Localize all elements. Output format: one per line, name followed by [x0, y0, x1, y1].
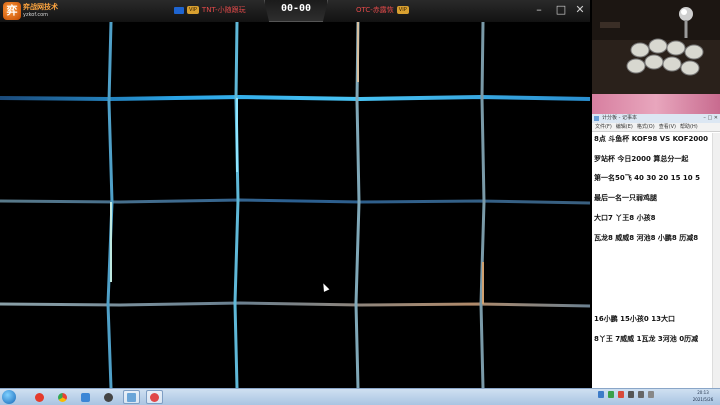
tray-app-icon[interactable] [618, 391, 624, 398]
notepad-icon [594, 116, 599, 121]
taskbar-item[interactable] [123, 390, 140, 404]
taskbar-item[interactable] [77, 390, 94, 404]
media-icon [104, 392, 113, 402]
app-name: 弈战网技术 [23, 3, 58, 11]
notepad-title: 计分板 - 记事本 [602, 115, 637, 121]
notepad-scrollbar[interactable] [712, 133, 720, 388]
title-bar: 弈 弈战网技术 yzkof.com VIP TNT-小随跟玩 00-00 OTC… [0, 0, 590, 22]
menu-edit[interactable]: 编辑(E) [616, 123, 633, 131]
notepad-line: 8点 斗鱼杯 KOF98 VS KOF2000 [594, 135, 708, 143]
menu-help[interactable]: 帮助(H) [680, 123, 698, 131]
folder-icon [127, 392, 136, 402]
qq-penguin-icon [35, 392, 44, 402]
notepad-line: 大口7 丫王8 小孩8 [594, 214, 656, 222]
notepad-menubar: 文件(F) 编辑(E) 格式(O) 查看(V) 帮助(H) [592, 123, 720, 132]
taskbar-item[interactable] [146, 390, 163, 404]
network-icon[interactable] [628, 391, 634, 398]
vip-badge: VIP [187, 6, 199, 14]
scoreboard: VIP TNT-小随跟玩 00-00 OTC-赤露恢 VIP [170, 0, 420, 22]
notepad-line: 8丫王 7威威 1瓦龙 3河池 0历减 [594, 335, 699, 343]
arcade-stick-icon [592, 0, 720, 94]
clock[interactable]: 20:13 2021/5/26 [686, 389, 720, 403]
minimize-button[interactable]: – [532, 3, 546, 17]
taskbar-item[interactable] [100, 390, 117, 404]
close-button[interactable]: ✕ [573, 3, 587, 17]
chrome-icon [58, 392, 67, 402]
notepad-line: 最后一名一只弱鸡腿 [594, 194, 657, 202]
app-logo-icon: 弈 [3, 2, 21, 20]
menu-file[interactable]: 文件(F) [595, 123, 612, 131]
menu-view[interactable]: 查看(V) [659, 123, 676, 131]
notepad-text-area[interactable]: 8点 斗鱼杯 KOF98 VS KOF2000 罗站杯 今日2000 算总分一起… [594, 134, 710, 388]
system-tray [598, 391, 654, 398]
taskbar: 20:13 2021/5/26 [0, 388, 720, 405]
clock-time: 20:13 [697, 390, 709, 395]
volume-icon[interactable] [638, 391, 644, 398]
notepad-line: 16小鹏 15小孩0 13大口 [594, 315, 675, 323]
webcam-feed [592, 0, 720, 94]
grid-lines [0, 22, 590, 388]
notepad-titlebar: 计分板 - 记事本 – □ ✕ [592, 114, 720, 123]
player1-label: VIP TNT-小随跟玩 [174, 5, 246, 15]
flag-icon [174, 6, 184, 14]
tray-app-icon[interactable] [598, 391, 604, 398]
keyboard-icon[interactable] [648, 391, 654, 398]
taskbar-item[interactable] [54, 390, 71, 404]
game-window[interactable]: 弈 弈战网技术 yzkof.com VIP TNT-小随跟玩 00-00 OTC… [0, 0, 590, 388]
app-url: yzkof.com [23, 12, 49, 18]
maximize-button[interactable]: □ [554, 3, 568, 17]
notepad-line: 罗站杯 今日2000 算总分一起 [594, 155, 689, 163]
taskbar-item[interactable] [31, 390, 48, 404]
tray-app-icon[interactable] [608, 391, 614, 398]
player1-name: TNT-小随跟玩 [201, 6, 246, 14]
match-score: 00-00 [280, 3, 312, 14]
start-button[interactable] [2, 390, 16, 404]
score-panel: 00-00 [264, 0, 328, 22]
webcam-overlay-strip [592, 94, 720, 114]
clock-date: 2021/5/26 [692, 397, 714, 402]
game-screen [0, 22, 590, 388]
notepad-window-controls[interactable]: – □ ✕ [703, 114, 718, 123]
menu-format[interactable]: 格式(O) [637, 123, 655, 131]
notepad-line: 第一名50飞 40 30 20 15 10 5 [594, 174, 700, 182]
notepad-line: 瓦龙8 威威8 河池8 小鹏8 历减8 [594, 234, 699, 242]
game-icon [150, 392, 159, 402]
app-icon [81, 392, 90, 402]
notepad-window[interactable]: 计分板 - 记事本 – □ ✕ 文件(F) 编辑(E) 格式(O) 查看(V) … [592, 114, 720, 388]
vip-badge: VIP [396, 6, 409, 14]
player2-name: OTC-赤露恢 [356, 6, 394, 14]
player2-label: OTC-赤露恢 VIP [356, 5, 409, 15]
